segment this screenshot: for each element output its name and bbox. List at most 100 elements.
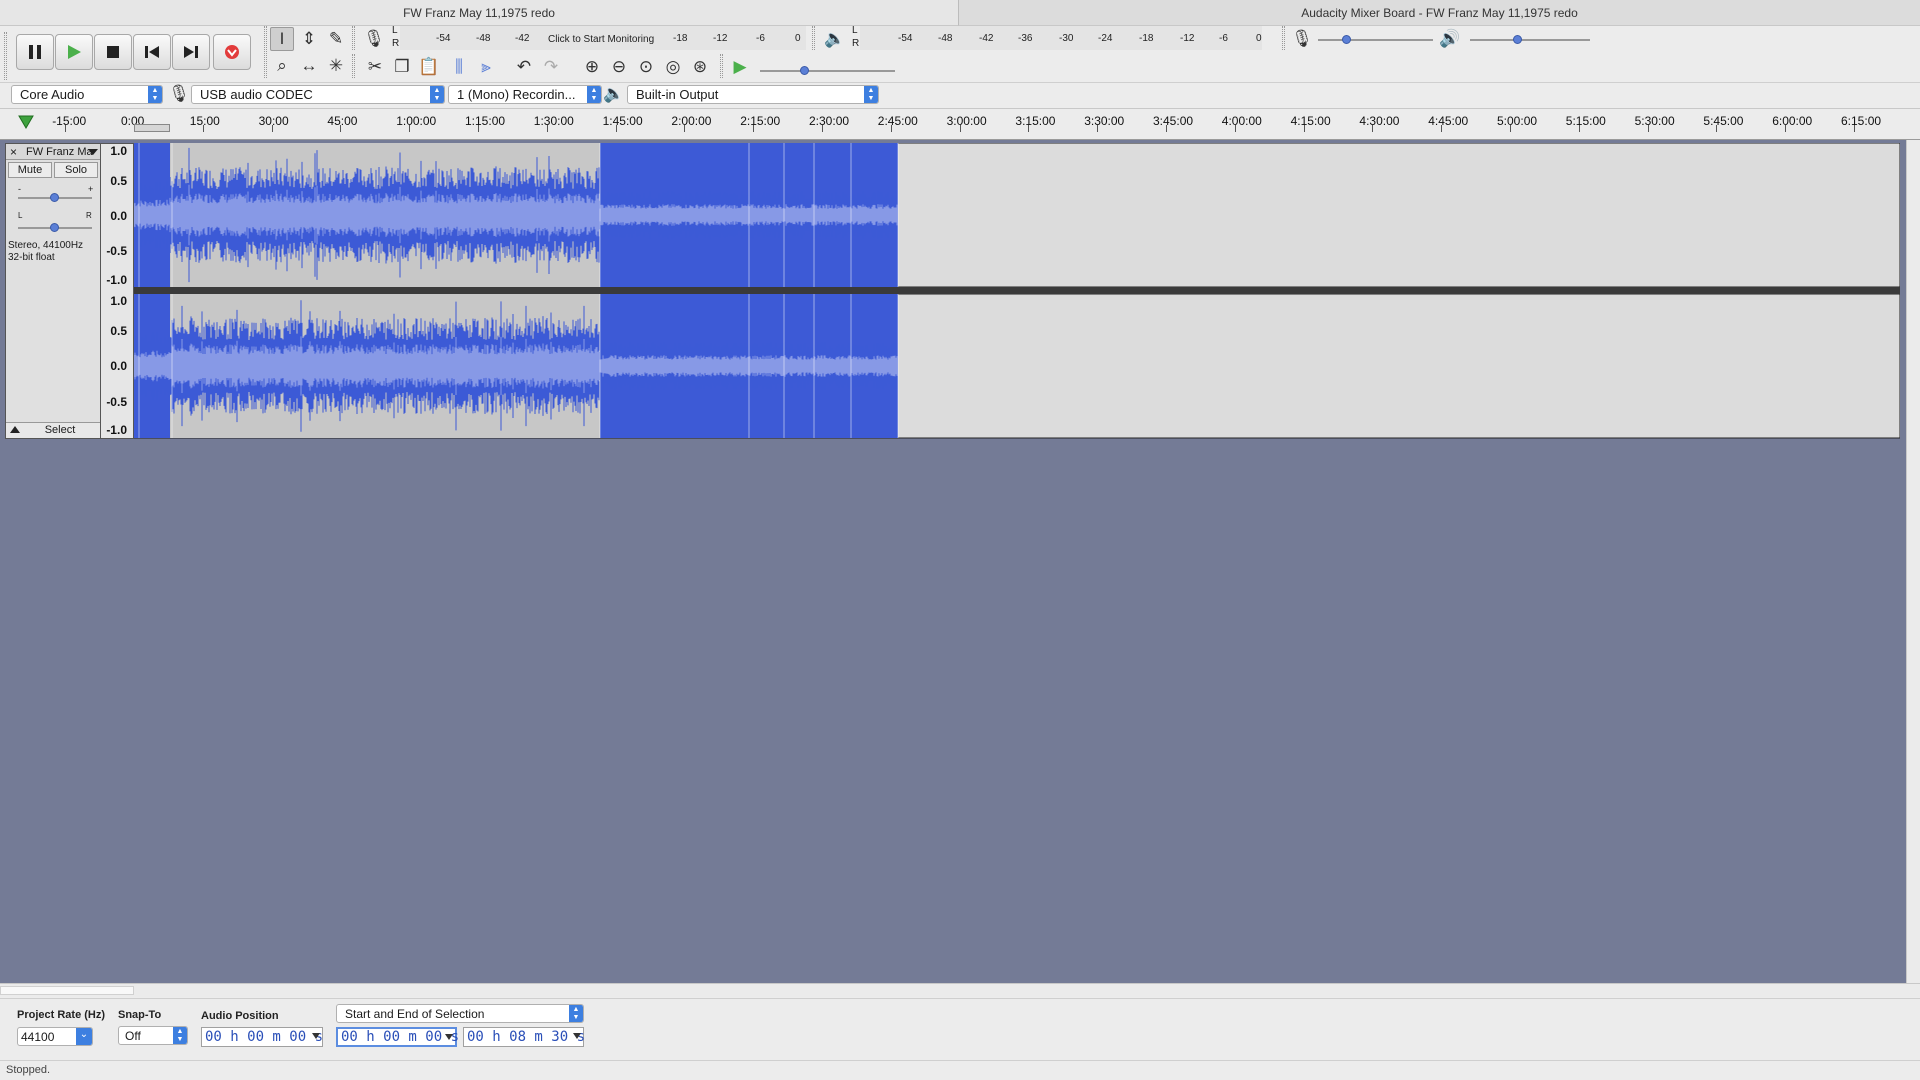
timeline-tick-label: 30:00 (258, 114, 289, 128)
scale-tick: 0.0 (110, 209, 127, 223)
timeline-tick-label: 3:45:00 (1153, 114, 1194, 128)
paste-icon[interactable]: 📋 (417, 55, 441, 79)
waveform-view[interactable] (134, 143, 1900, 439)
select-track-button[interactable]: Select (24, 423, 96, 437)
timeline-tick-label: 2:45:00 (877, 114, 918, 128)
toolbar-grip[interactable] (4, 32, 7, 80)
mute-button[interactable]: Mute (8, 162, 52, 178)
record-button[interactable] (213, 34, 251, 70)
play-speed-slider[interactable] (760, 66, 895, 75)
pan-slider[interactable] (18, 223, 92, 232)
recording-volume-slider[interactable] (1318, 35, 1433, 44)
collapse-track-icon[interactable] (10, 426, 20, 433)
recording-device-select[interactable]: USB audio CODEC ▲ ▼ (191, 85, 445, 104)
silence-icon[interactable]: ⫸ (474, 55, 498, 79)
play-meter-tick: -42 (979, 33, 994, 44)
chevron-updown-icon: ▲ ▼ (569, 1005, 583, 1022)
track-control-panel[interactable]: × FW Franz Ma Mute Solo - + L R Stereo, … (5, 143, 101, 439)
zoom-toggle-icon[interactable]: ⊛ (688, 55, 712, 79)
selection-tool-icon[interactable]: I (270, 27, 294, 51)
envelope-tool-icon[interactable]: ⇕ (297, 27, 321, 51)
mixer-window-title[interactable]: Audacity Mixer Board - FW Franz May 11,1… (958, 0, 1920, 26)
toolbar-grip[interactable] (720, 54, 723, 78)
toolbar-grip[interactable] (1282, 26, 1285, 50)
play-meter-tick: -30 (1059, 33, 1074, 44)
project-rate-label: Project Rate (Hz) (17, 1009, 106, 1021)
zoom-in-icon[interactable]: ⊕ (580, 55, 604, 79)
draw-tool-icon[interactable]: ✎ (324, 27, 348, 51)
timeline-tick-label: 1:30:00 (533, 114, 574, 128)
toolbar-grip[interactable] (812, 26, 815, 50)
snap-to-select[interactable]: Off ▲ ▼ (118, 1026, 188, 1045)
play-meter-tick: -54 (898, 33, 913, 44)
audio-position-field[interactable]: 00 h 00 m 00 s (201, 1027, 323, 1047)
playback-volume-knob[interactable] (1513, 35, 1522, 44)
play-meter-tick: -12 (1180, 33, 1195, 44)
play-button[interactable] (55, 34, 93, 70)
chevron-down-icon[interactable] (445, 1034, 453, 1040)
selection-mode-select[interactable]: Start and End of Selection ▲ ▼ (336, 1004, 584, 1023)
pan-left-label: L (18, 211, 23, 220)
scale-tick: 0.0 (110, 359, 127, 373)
audio-host-select[interactable]: Core Audio ▲ ▼ (11, 85, 163, 104)
chevron-down-icon: ⌄ (76, 1028, 92, 1045)
toolbar-grip[interactable] (264, 26, 267, 78)
selection-start-field[interactable]: 00 h 00 m 00 s (336, 1027, 459, 1047)
cut-icon[interactable]: ✂ (363, 55, 387, 79)
stop-icon (107, 46, 119, 58)
pan-knob[interactable] (50, 223, 59, 232)
selection-marker[interactable] (134, 124, 170, 132)
recording-volume-knob[interactable] (1342, 35, 1351, 44)
toolbar-divider (0, 82, 1920, 83)
multi-tool-icon[interactable]: ✳ (324, 54, 348, 78)
toolbar-grip[interactable] (352, 26, 355, 50)
play-meter-speaker-icon[interactable]: 🔈 (823, 27, 847, 51)
stop-button[interactable] (94, 34, 132, 70)
gain-slider[interactable] (18, 193, 92, 202)
pause-button[interactable] (16, 34, 54, 70)
track-menu-chevron-icon[interactable] (88, 149, 98, 155)
play-speed-knob[interactable] (800, 66, 809, 75)
pinned-head-icon[interactable] (17, 114, 35, 130)
close-track-icon[interactable]: × (10, 145, 17, 159)
horizontal-scrollbar[interactable] (0, 983, 1920, 997)
selection-end-field[interactable]: 00 h 08 m 30 s (463, 1027, 585, 1047)
fit-project-icon[interactable]: ◎ (661, 55, 685, 79)
redo-icon[interactable]: ↷ (539, 55, 563, 79)
timeline-tick-label: 2:00:00 (671, 114, 712, 128)
zoom-out-icon[interactable]: ⊖ (607, 55, 631, 79)
playback-device-select[interactable]: Built-in Output ▲ ▼ (627, 85, 879, 104)
track-format-rate: Stereo, 44100Hz (8, 240, 84, 251)
vertical-scrollbar[interactable] (1906, 140, 1920, 983)
record-icon (225, 45, 239, 59)
play-at-speed-icon[interactable]: ▶ (728, 55, 752, 79)
gain-knob[interactable] (50, 193, 59, 202)
scale-tick: 0.5 (110, 324, 127, 338)
timeline-tick-label: 6:15:00 (1841, 114, 1882, 128)
chevron-down-icon[interactable] (312, 1033, 320, 1039)
play-meter-left-label: L (852, 25, 858, 36)
skip-to-start-button[interactable] (133, 34, 171, 70)
timeline-tick-label: 4:45:00 (1428, 114, 1469, 128)
record-meter-mic-icon[interactable]: 🎙 (362, 27, 386, 51)
chevron-down-icon[interactable] (573, 1033, 581, 1039)
project-rate-select[interactable]: 44100 ⌄ (17, 1027, 93, 1046)
undo-icon[interactable]: ↶ (512, 55, 536, 79)
skip-to-end-button[interactable] (172, 34, 210, 70)
solo-button[interactable]: Solo (54, 162, 98, 178)
timeline-tick-label: 3:30:00 (1084, 114, 1125, 128)
play-meter-tick: 0 (1256, 33, 1262, 44)
copy-icon[interactable]: ❐ (390, 55, 414, 79)
monitor-prompt[interactable]: Click to Start Monitoring (548, 34, 654, 45)
trim-icon[interactable]: ⫼ (447, 55, 471, 79)
skip-start-icon (145, 46, 159, 58)
pan-right-label: R (86, 211, 92, 220)
track-name[interactable]: FW Franz Ma (26, 146, 93, 158)
timeline-tick-label: 1:00:00 (396, 114, 437, 128)
recording-channels-select[interactable]: 1 (Mono) Recordin... ▲ ▼ (448, 85, 602, 104)
timeshift-tool-icon[interactable]: ↔ (297, 54, 321, 78)
toolbar-grip[interactable] (352, 54, 355, 78)
playback-volume-slider[interactable] (1470, 35, 1590, 44)
zoom-tool-icon[interactable]: ⌕ (270, 54, 294, 78)
fit-selection-icon[interactable]: ⊙ (634, 55, 658, 79)
